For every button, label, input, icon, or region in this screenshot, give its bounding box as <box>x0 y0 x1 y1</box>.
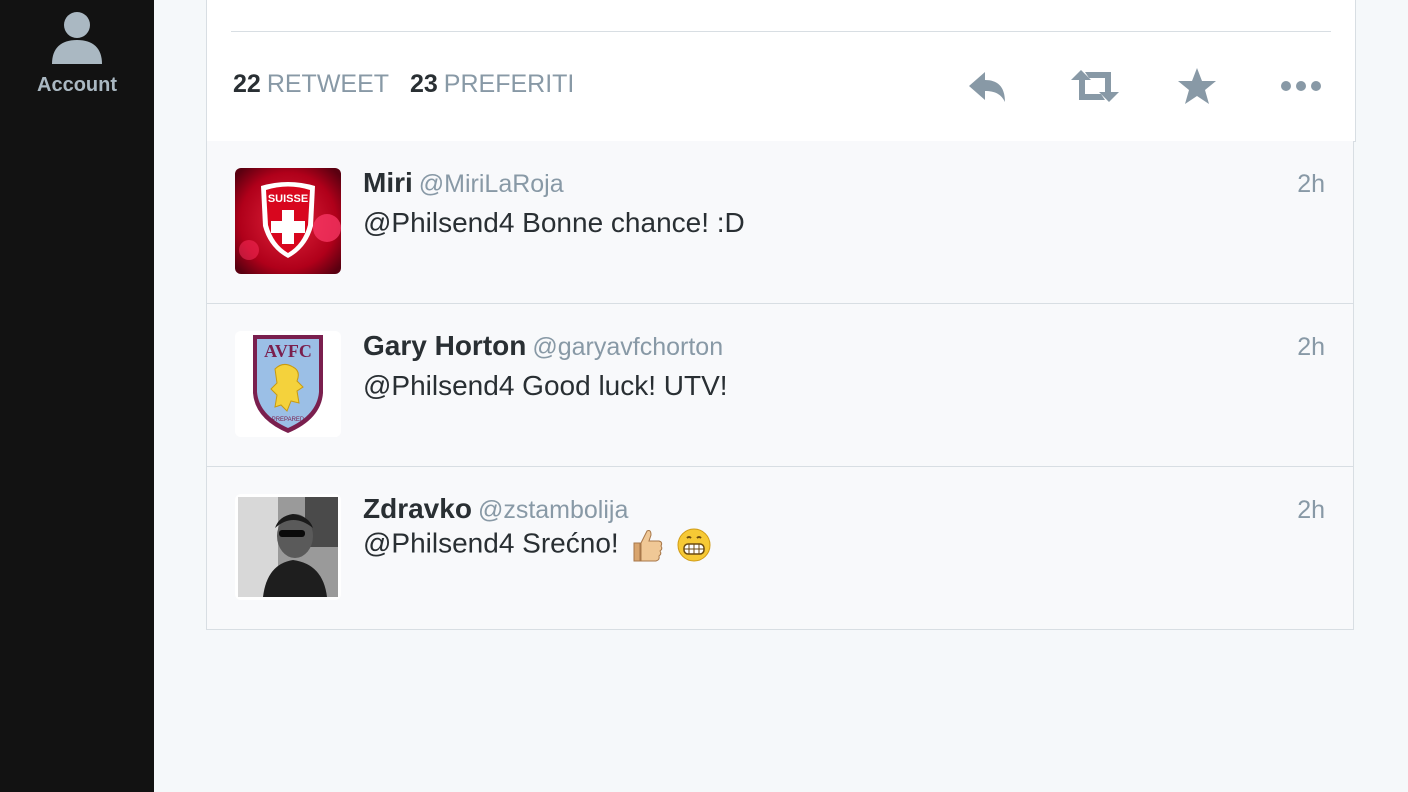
author-handle[interactable]: @MiriLaRoja <box>419 170 564 198</box>
grinning-face-icon <box>677 528 711 562</box>
swiss-crest-icon: SUISSE <box>235 168 341 274</box>
star-icon <box>1178 68 1216 104</box>
account-label: Account <box>37 74 117 96</box>
sidebar: Account <box>0 0 154 792</box>
reply-text: @Philsend4 Srećno! <box>363 527 712 563</box>
avfc-crest-icon: AVFC PREPARED <box>235 331 341 437</box>
svg-text:SUISSE: SUISSE <box>268 193 308 205</box>
reply-icon <box>969 72 1005 102</box>
reply-item[interactable]: AVFC PREPARED Gary Horton @garyavfchorton… <box>206 304 1354 467</box>
account-nav-item[interactable]: Account <box>0 8 154 97</box>
timestamp[interactable]: 2h <box>1297 496 1325 525</box>
divider <box>231 31 1331 32</box>
reply-button[interactable] <box>963 64 1011 108</box>
avatar[interactable] <box>235 494 341 600</box>
reply-text: @Philsend4 Bonne chance! :D <box>363 207 745 238</box>
tweet-actions <box>207 64 1355 108</box>
avatar[interactable]: AVFC PREPARED <box>235 331 341 437</box>
retweet-button[interactable] <box>1067 64 1123 108</box>
author-name[interactable]: Miri <box>363 167 413 198</box>
author-name[interactable]: Gary Horton <box>363 330 526 361</box>
profile-photo-icon <box>235 494 341 600</box>
favorite-button[interactable] <box>1173 64 1221 108</box>
svg-text:AVFC: AVFC <box>264 341 312 361</box>
user-icon <box>52 12 102 64</box>
retweet-icon <box>1071 70 1119 102</box>
reply-item[interactable]: SUISSE Miri @MiriLaRoja 2h @Philsend4 Bon… <box>206 141 1354 304</box>
reply-text-content: @Philsend4 Srećno! <box>363 527 619 559</box>
author-handle[interactable]: @zstambolija <box>478 496 628 524</box>
timestamp[interactable]: 2h <box>1297 333 1325 362</box>
main-content: 22 RETWEET 23 PREFERITI SUISSE Miri @Mir… <box>154 0 1408 792</box>
svg-text:PREPARED: PREPARED <box>272 417 305 423</box>
more-icon <box>1281 81 1321 91</box>
author-name[interactable]: Zdravko <box>363 493 472 524</box>
avatar[interactable]: SUISSE <box>235 168 341 274</box>
reply-item[interactable]: Zdravko @zstambolija 2h @Philsend4 Srećno… <box>206 467 1354 630</box>
reply-list: SUISSE Miri @MiriLaRoja 2h @Philsend4 Bon… <box>206 141 1354 630</box>
reply-header: Gary Horton @garyavfchorton <box>363 330 723 362</box>
thumbs-up-icon <box>633 530 663 562</box>
author-handle[interactable]: @garyavfchorton <box>532 333 723 361</box>
more-button[interactable] <box>1277 64 1325 108</box>
reply-text: @Philsend4 Good luck! UTV! <box>363 370 728 401</box>
tweet-detail-footer: 22 RETWEET 23 PREFERITI <box>206 0 1356 142</box>
timestamp[interactable]: 2h <box>1297 170 1325 199</box>
reply-header: Miri @MiriLaRoja <box>363 167 564 199</box>
reply-header: Zdravko @zstambolija <box>363 493 628 525</box>
